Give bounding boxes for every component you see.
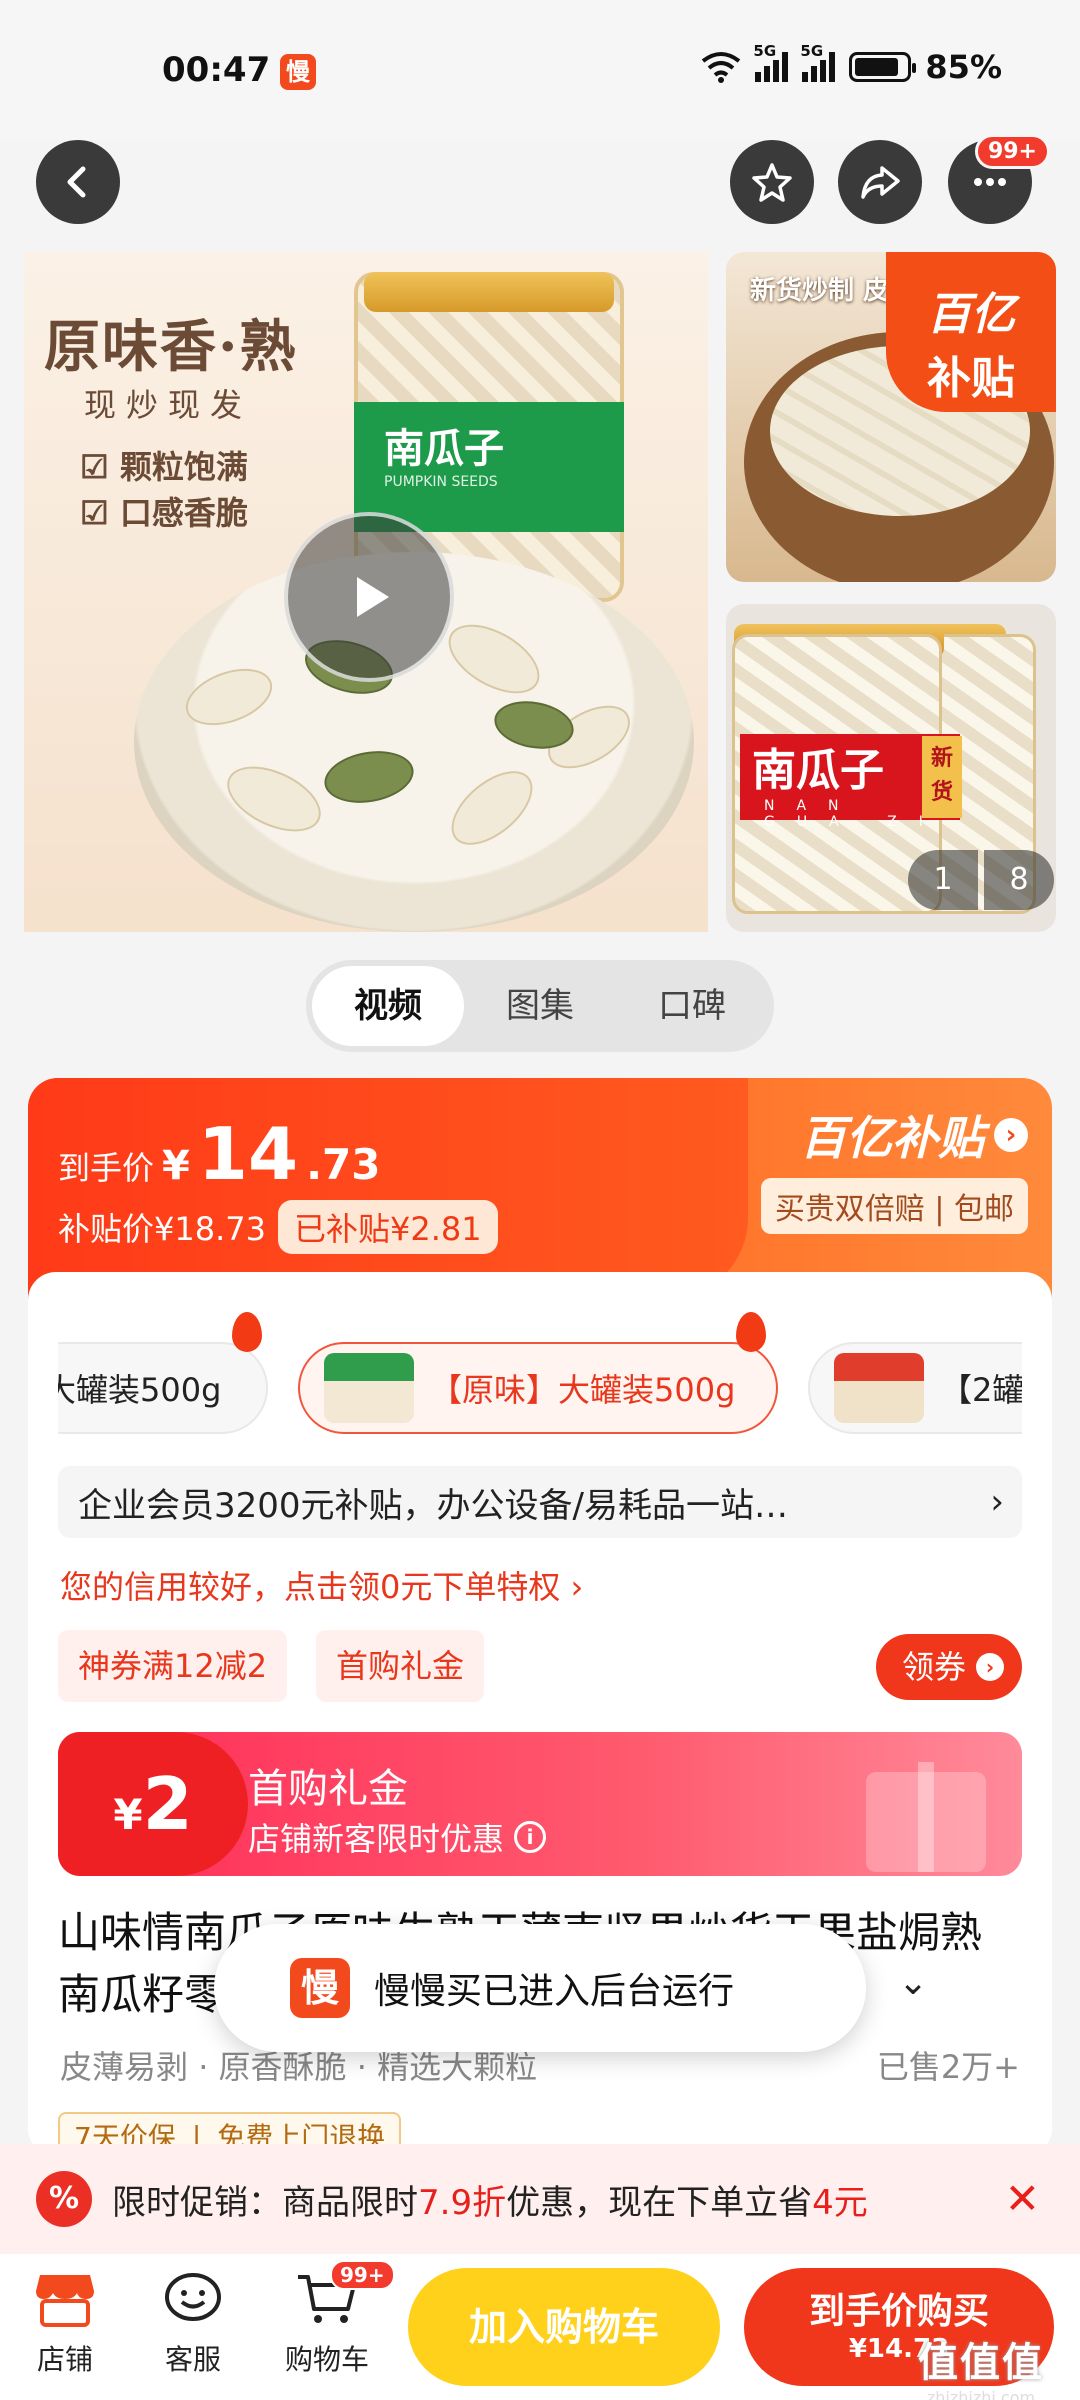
gift-amount: ¥2 (58, 1732, 248, 1876)
subsidy-program-logo: 百亿补贴 (800, 1111, 984, 1165)
gift-title: 首购礼金 (248, 1766, 408, 1812)
subsidy-price: 补贴价¥18.73 (58, 1210, 266, 1248)
flash-sale-bar[interactable]: % 限时促销：商品限时7.9折优惠，现在下单立省4元 ✕ (0, 2144, 1080, 2254)
image-headline: 原味香·熟 (44, 314, 298, 380)
sku-option[interactable]: 大罐装500g (58, 1342, 268, 1434)
chevron-right-icon: › (990, 1482, 1004, 1522)
subsidy-price-row: 补贴价¥18.73 已补贴¥2.81 (58, 1200, 498, 1254)
guarantee-badge: 买贵双倍赔 | 包邮 (760, 1178, 1028, 1234)
image-feature: ☑ 口感香脆 (80, 494, 248, 532)
enterprise-promo-link[interactable]: 企业会员3200元补贴，办公设备/易耗品一站… › (58, 1466, 1022, 1538)
subsidy-saved-badge: 已补贴¥2.81 (277, 1200, 498, 1254)
percent-icon: % (36, 2171, 92, 2227)
wifi-icon (702, 52, 741, 83)
status-bar: 00:47 慢 5G 5G 85% (0, 0, 1080, 140)
chevron-down-icon[interactable]: ⌄ (898, 1962, 928, 2003)
cart-count-badge: 99+ (330, 2260, 395, 2290)
background-running-toast: 慢 慢慢买已进入后台运行 (214, 1924, 866, 2052)
signal-icon: 5G (753, 42, 789, 82)
sold-count: 已售2万+ (876, 2048, 1020, 2086)
coupon-chip[interactable]: 神券满12减2 (58, 1630, 288, 1702)
final-price: 到手价 ¥14.73 (58, 1112, 381, 1196)
main-product-video[interactable]: 原味香·熟 现炒现发 ☑ 颗粒饱满 ☑ 口感香脆 南瓜子 PUMPKIN SEE… (24, 252, 708, 932)
favorite-button[interactable] (730, 140, 814, 224)
share-icon (861, 166, 900, 199)
gift-desc: 店铺新客限时优惠 i (248, 1814, 547, 1860)
get-coupon-button[interactable]: 领券 › (875, 1634, 1022, 1700)
chevron-right-icon: › (994, 1118, 1028, 1152)
signal-icon: 5G (800, 42, 836, 82)
jar-lid (364, 272, 614, 312)
share-button[interactable] (838, 140, 922, 224)
tab-gallery[interactable]: 图集 (464, 966, 616, 1046)
status-time: 00:47 (162, 50, 271, 90)
customer-service-button[interactable]: 客服 (138, 2264, 248, 2378)
cart-button[interactable]: 99+ 购物车 (272, 2260, 395, 2378)
pager-total: 8 (984, 850, 1054, 910)
site-watermark: 值值值 zhizhizhi.com (918, 2340, 1044, 2400)
status-indicators: 5G 5G 85% (701, 42, 1002, 86)
coupon-chip[interactable]: 首购礼金 (316, 1630, 485, 1702)
sku-thumbnail (324, 1353, 414, 1423)
media-tabs: 视频 图集 口碑 (306, 960, 774, 1052)
sku-option-selected[interactable]: 【原味】大罐装500g (298, 1342, 778, 1434)
first-purchase-gift-banner[interactable]: ¥2 首购礼金 店铺新客限时优惠 i (58, 1732, 1022, 1876)
more-button[interactable]: 99+ (948, 134, 1050, 224)
app-notification-icon: 慢 (280, 54, 316, 90)
coupon-row: 神券满12减2 首购礼金 领券 › (58, 1630, 1022, 1702)
close-icon[interactable]: ✕ (1005, 2174, 1040, 2223)
toast-text: 慢慢买已进入后台运行 (374, 1971, 735, 2012)
add-to-cart-button[interactable]: 加入购物车 (408, 2268, 720, 2386)
shop-button[interactable]: 店铺 (10, 2264, 120, 2378)
chevron-right-icon: › (976, 1653, 1004, 1681)
flash-sale-text: 限时促销：商品限时7.9折优惠，现在下单立省4元 (112, 2182, 868, 2223)
tab-video[interactable]: 视频 (312, 966, 464, 1046)
sku-thumbnail (834, 1353, 924, 1423)
credit-privilege-link[interactable]: 您的信用较好，点击领0元下单特权 › (60, 1562, 583, 1608)
play-video-button[interactable] (284, 512, 454, 682)
back-button[interactable] (36, 140, 120, 224)
gallery-thumbnail[interactable]: 新货炒制 皮 百亿 补贴 (726, 252, 1056, 582)
chevron-left-icon (67, 166, 86, 198)
new-stock-label: 新货 (922, 736, 962, 818)
app-icon: 慢 (290, 1958, 350, 2018)
hot-flame-icon (232, 1312, 262, 1352)
gallery-pager: 1 8 (908, 850, 1054, 910)
image-feature: ☑ 颗粒饱满 (80, 448, 248, 486)
hot-flame-icon (736, 1312, 766, 1352)
gift-box-icon (866, 1762, 986, 1872)
sku-option[interactable]: 【2罐 (808, 1342, 1022, 1434)
thumbnail-caption: 新货炒制 皮 (750, 276, 890, 306)
product-gallery: 原味香·熟 现炒现发 ☑ 颗粒饱满 ☑ 口感香脆 南瓜子 PUMPKIN SEE… (0, 250, 1080, 940)
star-icon (752, 163, 792, 202)
subsidy-program-link[interactable]: 百亿补贴 › 买贵双倍赔 | 包邮 (760, 1102, 1028, 1234)
battery-icon (849, 52, 917, 82)
battery-percent: 85% (925, 48, 1002, 86)
sku-selector: 大罐装500g 【原味】大罐装500g 【2罐 (58, 1312, 1022, 1442)
play-icon (357, 577, 389, 617)
subsidy-badge: 百亿 补贴 (886, 252, 1056, 412)
info-icon[interactable]: i (514, 1821, 547, 1853)
image-subtitle: 现炒现发 (84, 386, 253, 424)
pager-current: 1 (908, 850, 978, 910)
shop-icon (36, 2275, 94, 2327)
tab-reviews[interactable]: 口碑 (616, 966, 768, 1046)
notification-badge: 99+ (974, 134, 1050, 169)
jar-label: 南瓜子 PUMPKIN SEEDS (354, 402, 624, 532)
chat-smile-icon (165, 2273, 221, 2321)
